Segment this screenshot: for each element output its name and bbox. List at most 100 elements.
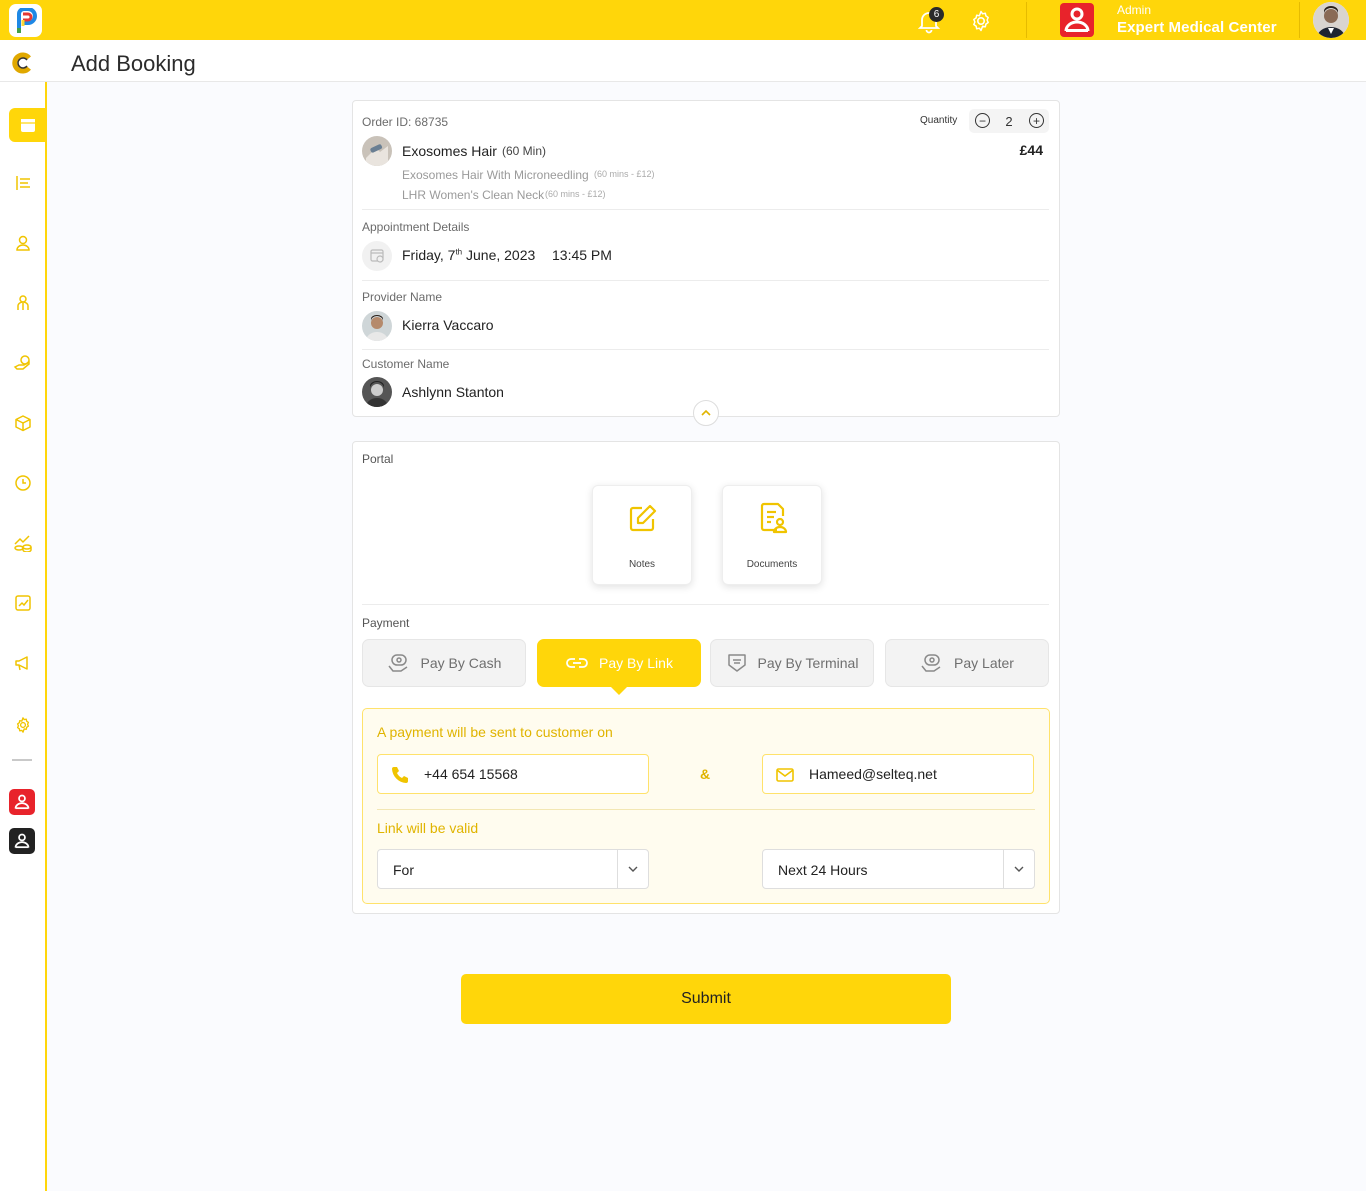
service-price: £44	[1019, 142, 1043, 158]
appointment-date-day: Friday, 7	[402, 247, 456, 263]
customer-name: Ashlynn Stanton	[402, 384, 504, 400]
service-duration: (60 Min)	[502, 144, 547, 158]
chevron-down-icon	[617, 850, 648, 888]
documents-tile[interactable]: Documents	[722, 485, 822, 585]
appointment-label: Appointment Details	[362, 220, 470, 234]
divider	[377, 809, 1035, 810]
payment-link-panel: A payment will be sent to customer on +4…	[362, 708, 1050, 904]
payment-label: Payment	[362, 616, 410, 630]
center-name[interactable]: Expert Medical Center	[1117, 19, 1277, 36]
app-logo[interactable]	[9, 4, 42, 37]
notes-tile-label: Notes	[628, 559, 656, 570]
page-title: Add Booking	[71, 51, 196, 76]
finance-icon	[13, 535, 32, 552]
quantity-value: 2	[1005, 114, 1013, 129]
provider-name: Kierra Vaccaro	[402, 317, 494, 333]
sidebar-item-analytics[interactable]	[0, 586, 45, 620]
email-icon	[776, 768, 794, 782]
sidebar-center-red-icon[interactable]	[9, 789, 35, 815]
portal-label: Portal	[362, 452, 394, 466]
user-icon	[15, 235, 30, 251]
calendar-icon	[20, 119, 35, 132]
sidebar-center-dark-icon[interactable]	[9, 828, 35, 854]
addon-item-name: LHR Women's Clean Neck	[402, 188, 545, 202]
validity-period-select[interactable]: Next 24 Hours	[762, 849, 1035, 889]
chevron-down-icon	[1003, 850, 1034, 888]
validity-type-value: For	[393, 862, 414, 878]
divider	[362, 604, 1049, 605]
user-role: Admin	[1117, 3, 1152, 17]
quantity-label: Quantity	[920, 115, 958, 126]
divider	[362, 209, 1049, 210]
sidebar	[0, 82, 47, 1191]
addon-item-meta: (60 mins - £12)	[545, 189, 606, 199]
pay-later-hand-icon	[921, 654, 941, 672]
app-logo-icon	[16, 7, 37, 33]
sidebar-item-bookings[interactable]	[9, 108, 46, 142]
service-name: Exosomes Hair	[402, 143, 497, 159]
portal-payment-card: Portal Notes Documents Payment Pay By Ca…	[352, 441, 1060, 914]
link-valid-label: Link will be valid	[377, 820, 479, 836]
user-avatar[interactable]	[1313, 2, 1349, 38]
sidebar-item-settings[interactable]	[0, 708, 45, 742]
addon-item-name: Exosomes Hair With Microneedling	[402, 168, 589, 182]
settings-icon	[16, 717, 29, 733]
appointment-time: 13:45 PM	[552, 247, 612, 263]
sidebar-item-customers[interactable]	[0, 226, 45, 260]
brand-c-logo-icon[interactable]	[11, 52, 33, 74]
pay-later-label: Pay Later	[954, 655, 1014, 671]
settings-gear-icon[interactable]	[969, 9, 993, 33]
staff-icon	[16, 295, 29, 310]
document-user-icon	[760, 502, 788, 534]
email-value: Hameed@selteq.net	[809, 766, 937, 782]
service-hand-icon	[13, 355, 30, 370]
pay-by-terminal-button[interactable]: Pay By Terminal	[710, 639, 874, 687]
validity-type-select[interactable]: For	[377, 849, 649, 889]
list-icon	[15, 176, 30, 190]
cash-hand-icon	[387, 654, 407, 672]
analytics-icon	[14, 595, 31, 611]
sidebar-item-services[interactable]	[0, 346, 45, 380]
divider	[362, 349, 1049, 350]
customer-label: Customer Name	[362, 357, 450, 371]
collapse-details-button[interactable]	[693, 400, 719, 426]
sidebar-item-packages[interactable]	[0, 406, 45, 440]
notification-count-badge: 6	[929, 7, 944, 22]
sidebar-item-list[interactable]	[0, 166, 45, 200]
phone-icon	[392, 767, 408, 783]
pay-by-link-button[interactable]: Pay By Link	[537, 639, 701, 687]
phone-field[interactable]: +44 654 15568	[377, 754, 649, 794]
notes-tile[interactable]: Notes	[592, 485, 692, 585]
quantity-decrease-button[interactable]: −	[975, 113, 990, 128]
quantity-increase-button[interactable]: +	[1029, 113, 1044, 128]
selected-pointer	[611, 687, 627, 695]
submit-button[interactable]: Submit	[461, 974, 951, 1024]
megaphone-icon	[14, 656, 28, 671]
sidebar-item-schedule[interactable]	[0, 466, 45, 500]
top-bar: 6 Admin Expert Medical Center	[0, 0, 1366, 40]
provider-label: Provider Name	[362, 290, 443, 304]
order-details-card: Order ID: 68735 Quantity − 2 + Exosomes …	[352, 100, 1060, 426]
sidebar-item-finance[interactable]	[0, 526, 45, 560]
divider	[362, 280, 1049, 281]
page-header: Add Booking	[0, 40, 1366, 82]
topbar-divider	[1299, 2, 1300, 38]
center-logo-icon	[1060, 3, 1094, 37]
sidebar-item-staff[interactable]	[0, 286, 45, 320]
provider-avatar	[362, 311, 392, 341]
pay-by-terminal-label: Pay By Terminal	[757, 655, 859, 671]
service-thumbnail	[362, 136, 392, 166]
sidebar-item-marketing[interactable]	[0, 646, 45, 680]
chevron-up-icon	[701, 409, 711, 416]
documents-tile-label: Documents	[746, 559, 798, 570]
phone-value: +44 654 15568	[424, 766, 518, 782]
customer-avatar	[362, 377, 392, 407]
email-field[interactable]: Hameed@selteq.net	[762, 754, 1034, 794]
appointment-date: Friday, 7th June, 2023	[402, 247, 535, 263]
pay-by-link-label: Pay By Link	[599, 655, 673, 671]
sent-to-label: A payment will be sent to customer on	[377, 724, 613, 740]
pay-later-button[interactable]: Pay Later	[885, 639, 1049, 687]
order-id: Order ID: 68735	[362, 115, 449, 129]
topbar-divider	[1026, 2, 1027, 38]
pay-by-cash-button[interactable]: Pay By Cash	[362, 639, 526, 687]
